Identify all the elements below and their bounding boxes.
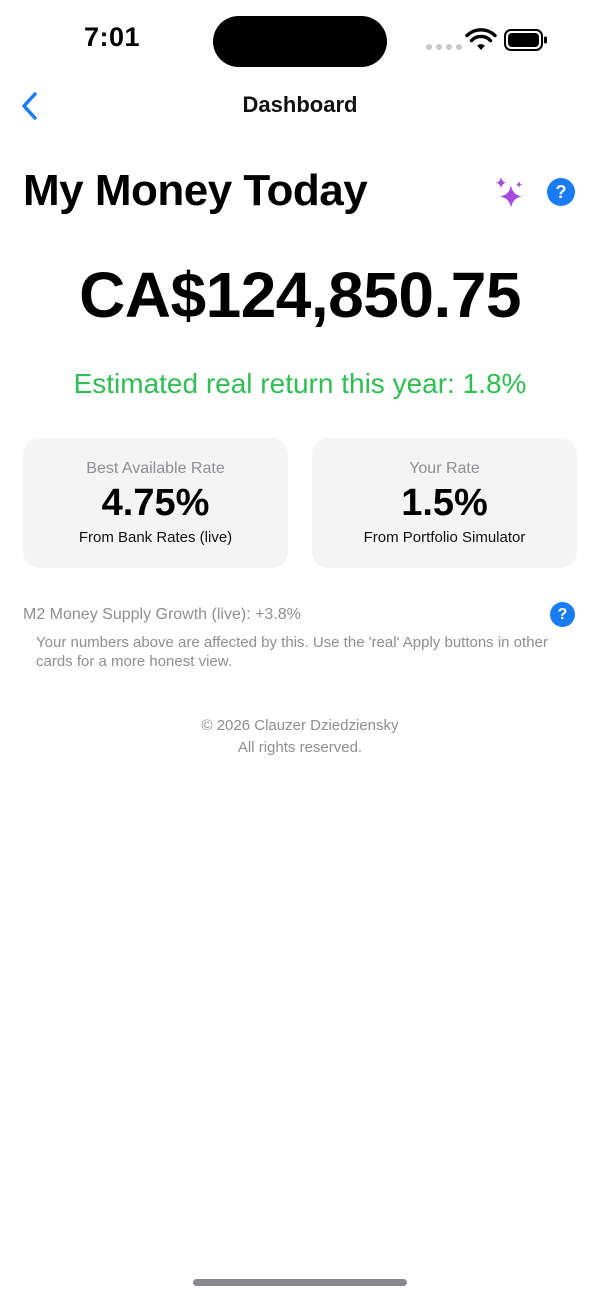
nav-title: Dashboard <box>242 92 358 117</box>
cellular-signal-icon <box>426 44 462 50</box>
battery-icon <box>504 29 547 51</box>
card-value: 1.5% <box>401 482 488 524</box>
card-label: Best Available Rate <box>86 460 225 477</box>
card-source: From Portfolio Simulator <box>363 529 526 546</box>
balance-amount: CA$124,850.75 <box>79 259 521 331</box>
copyright-text: © 2026 Clauzer Dziedziensky <box>201 717 399 734</box>
copyright-footer: © 2026 Clauzer Dziedziensky All rights r… <box>0 715 600 759</box>
card-source: From Bank Rates (live) <box>78 529 233 546</box>
real-return-text: Estimated real return this year: 1.8% <box>73 368 527 399</box>
sparkles-icon[interactable] <box>492 175 528 211</box>
dynamic-island <box>213 16 387 67</box>
page-title: My Money Today <box>23 166 368 215</box>
dashboard-screen: 7:01 Dashboard My Money Today ? CA$124,8… <box>0 0 600 1298</box>
card-label: Your Rate <box>409 460 480 477</box>
m2-growth-text: M2 Money Supply Growth (live): +3.8% <box>23 606 301 623</box>
wifi-icon <box>465 28 497 50</box>
home-indicator[interactable] <box>193 1279 407 1286</box>
m2-note: Your numbers above are affected by this.… <box>36 634 548 670</box>
card-value: 4.75% <box>101 482 210 524</box>
best-rate-card[interactable]: Best Available Rate 4.75% From Bank Rate… <box>23 438 288 568</box>
rights-text: All rights reserved. <box>237 739 363 756</box>
your-rate-card[interactable]: Your Rate 1.5% From Portfolio Simulator <box>312 438 577 568</box>
help-icon[interactable]: ? <box>547 178 575 206</box>
status-time: 7:01 <box>84 22 141 52</box>
m2-help-icon[interactable]: ? <box>550 602 575 627</box>
